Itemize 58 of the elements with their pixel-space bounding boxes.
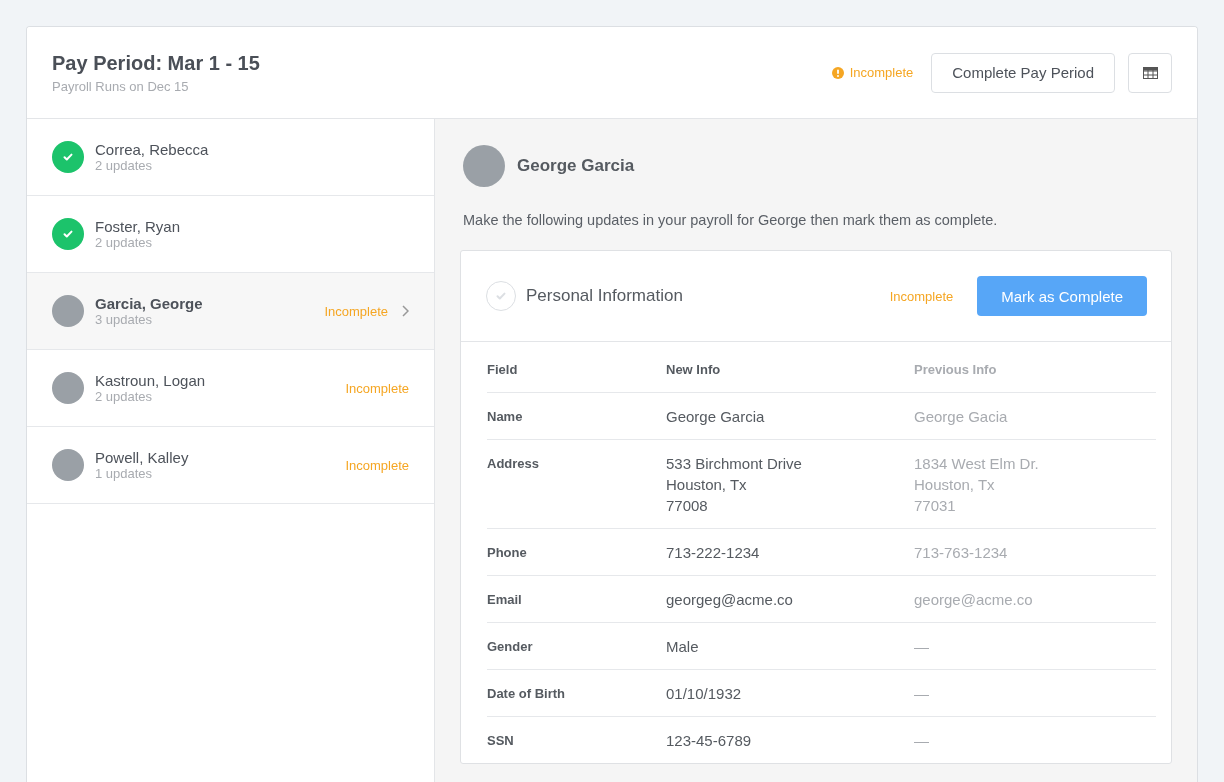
new-info-cell-text: georgeg@acme.co [666, 590, 794, 610]
grid-icon [1142, 66, 1158, 79]
new-info-cell-text: 123-45-6789 [666, 731, 753, 751]
employee-list-item[interactable]: Correa, Rebecca 2 updates [27, 119, 434, 196]
field-label: Date of Birth [487, 685, 566, 703]
previous-info-cell-text: — [914, 731, 930, 751]
field-label: Phone [487, 544, 528, 562]
update-count: 2 updates [95, 158, 154, 173]
new-info-cell-text: George Garcia [666, 407, 766, 427]
check-icon [52, 218, 84, 250]
previous-info-cell-text: George Gacia [914, 407, 1009, 427]
update-count: 2 updates [95, 389, 154, 404]
field-label: Address [487, 455, 541, 473]
page-title: Pay Period: Mar 1 - 15 [52, 51, 261, 75]
section-title: Personal Information [526, 286, 684, 306]
status-label: Incomplete [324, 303, 388, 319]
employee-name: Powell, Kalley [95, 449, 190, 466]
update-count: 2 updates [95, 235, 154, 250]
instructions-text: Make the following updates in your payroll for George then mark them as complete. [463, 212, 999, 228]
previous-info-cell-text: — [914, 684, 930, 704]
complete-pay-period-button[interactable]: Complete Pay Period [931, 52, 1115, 93]
new-info-cell-text: 713-222-1234 [666, 543, 761, 563]
previous-info-cell-text: — [914, 637, 930, 657]
update-count: 3 updates [95, 312, 154, 327]
page-subtitle: Payroll Runs on Dec 15 [52, 78, 190, 94]
new-info-cell-text: 533 Birchmont Drive Houston, Tx 77008 [666, 454, 803, 516]
employee-list-item[interactable]: Kastroun, Logan 2 updates Incomplete [27, 350, 434, 427]
employee-list-item[interactable]: Powell, Kalley 1 updates Incomplete [27, 427, 434, 504]
employee-name: George Garcia [517, 156, 635, 176]
chevron-right-icon [402, 305, 409, 317]
employee-name: Correa, Rebecca [95, 141, 210, 158]
column-header: Field [487, 361, 519, 379]
employee-name: Kastroun, Logan [95, 372, 207, 389]
field-label: Gender [487, 638, 534, 656]
avatar [52, 295, 84, 327]
previous-info-cell-text: george@acme.co [914, 590, 1034, 610]
new-info-cell-text: Male [666, 637, 700, 657]
column-header: New Info [666, 361, 722, 379]
previous-info-cell-text: 1834 West Elm Dr. Houston, Tx 77031 [914, 454, 1040, 516]
previous-info-cell-text: 713-763-1234 [914, 543, 1009, 563]
employee-name: Garcia, George [95, 295, 204, 312]
status-label: Incomplete [889, 288, 954, 304]
status-label: Incomplete [345, 457, 409, 473]
avatar [52, 372, 84, 404]
employee-name: Foster, Ryan [95, 218, 182, 235]
field-label: Email [487, 591, 523, 609]
status-label: Incomplete [345, 380, 409, 396]
update-count: 1 updates [95, 466, 154, 481]
field-label: SSN [487, 732, 515, 750]
avatar [52, 449, 84, 481]
avatar [463, 145, 505, 187]
status-label: Incomplete [849, 65, 914, 80]
check-icon [52, 141, 84, 173]
table-view-button[interactable] [1128, 52, 1172, 93]
field-label: Name [487, 408, 524, 426]
column-header: Previous Info [914, 361, 998, 379]
new-info-cell-text: 01/10/1932 [666, 684, 743, 704]
employee-list-item[interactable]: Garcia, George 3 updates Incomplete [27, 273, 434, 350]
